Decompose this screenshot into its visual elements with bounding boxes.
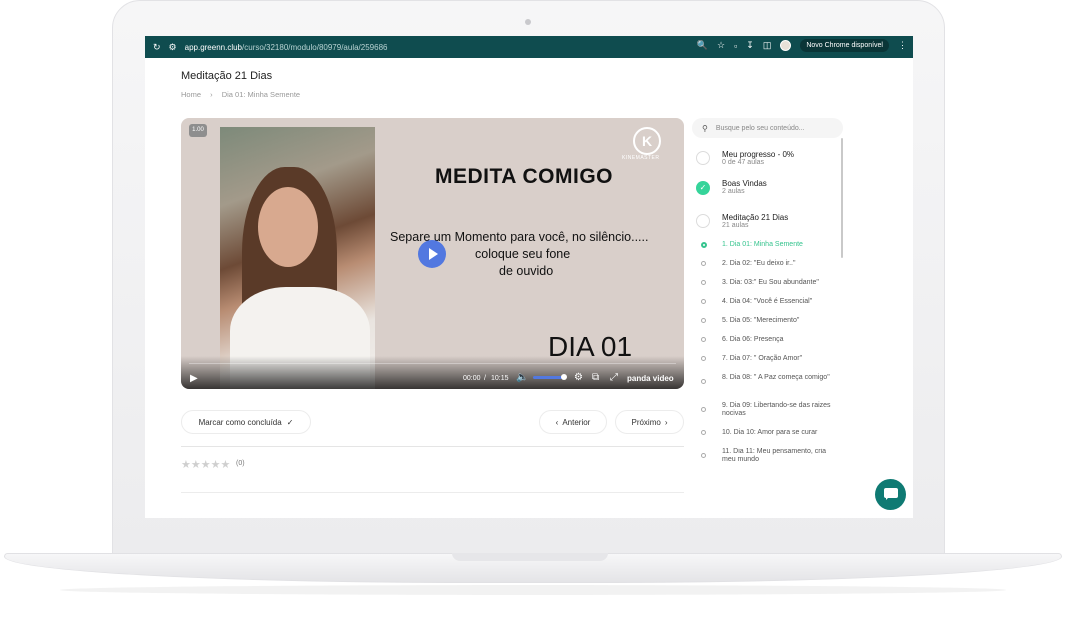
profile-avatar[interactable] [780,40,792,51]
photo-face [258,187,318,267]
settings-gear-icon[interactable]: ⚙ [574,372,583,383]
video-thumbnail-photo [220,127,375,389]
search-input[interactable]: ⚲ Busque pelo seu conteúdo... [692,118,843,138]
chevron-right-icon: › [664,417,668,427]
fullscreen-icon[interactable]: ⤢ [610,372,618,383]
menu-kebab-icon[interactable]: ⋮ [898,40,907,51]
play-button[interactable] [418,240,446,268]
lesson-dot [701,318,706,323]
sidebar-scrollbar[interactable] [841,138,843,258]
lesson-item[interactable]: 4. Dia 04: "Você é Essencial" [722,298,840,306]
lesson-dot-active [701,242,707,248]
kinemaster-caption: KINEMASTER [622,155,660,161]
video-controls: ▶ 00:00 / 10:15 🔈 ⚙ ⧉ ⤢ panda video [181,356,684,389]
lesson-item[interactable]: 2. Dia 02: "Eu deixo ir.." [722,260,840,268]
lesson-dot [701,453,706,458]
download-icon[interactable]: ↧ [746,40,754,51]
side-panel-icon[interactable]: ◫ [763,40,772,51]
popout-icon[interactable]: ⧉ [592,372,599,383]
play-icon[interactable]: ▶ [190,373,198,384]
breadcrumb: Home › Dia 01: Minha Semente [181,90,307,99]
laptop-notch [452,553,608,561]
lesson-dot [701,280,706,285]
video-heading: MEDITA COMIGO [435,165,613,188]
chrome-update-button[interactable]: Novo Chrome disponível [800,39,889,52]
divider [181,492,684,493]
lesson-dot [701,261,706,266]
search-placeholder: Busque pelo seu conteúdo... [715,124,805,132]
chevron-left-icon: ‹ [555,417,559,427]
module-title[interactable]: Meditação 21 Dias [722,213,788,222]
kinemaster-logo-icon: K [633,127,661,155]
module-subtitle: 0 de 47 aulas [722,159,765,166]
volume-knob[interactable] [561,374,567,380]
module-subtitle: 21 aulas [722,222,749,229]
page-title: Meditação 21 Dias [181,70,273,82]
playback-speed-badge[interactable]: 1.00 [189,124,207,137]
rating-count: (0) [236,460,245,467]
module-title[interactable]: Meu progresso - 0% [722,150,794,159]
chevron-right-icon: › [210,90,213,99]
browser-toolbar: ↻ ⚙ app.greenn.club/curso/32180/modulo/8… [145,36,913,58]
lesson-item[interactable]: 9. Dia 09: Libertando-se das raizes noci… [722,402,840,418]
next-button[interactable]: Próximo › [615,410,684,434]
url-path: /curso/32180/modulo/80979/aula/259686 [242,42,388,52]
site-settings-icon[interactable]: ⚙ [169,42,177,53]
extensions-icon[interactable]: ▫ [734,41,737,51]
lesson-item[interactable]: 6. Dia 06: Presença [722,336,840,344]
lesson-dot [701,407,706,412]
url-host: app.greenn.club [184,42,243,52]
browser-actions: 🔍 ☆ ▫ ↧ ◫ Novo Chrome disponível ⋮ [697,39,907,52]
screen: ↻ ⚙ app.greenn.club/curso/32180/modulo/8… [145,36,913,518]
progress-bar[interactable] [189,363,676,364]
module-subtitle: 2 aulas [722,188,745,195]
address-bar[interactable]: app.greenn.club/curso/32180/modulo/80979… [185,43,388,52]
divider [181,446,684,447]
bookmark-star-icon[interactable]: ☆ [717,40,725,51]
breadcrumb-current: Dia 01: Minha Semente [221,90,301,99]
module-complete-check-icon: ✓ [696,181,710,195]
module-title[interactable]: Boas Vindas [722,179,767,188]
lesson-dot [701,379,706,384]
check-icon: ✓ [286,417,294,427]
laptop-shadow [60,585,1006,595]
lesson-dot [701,299,706,304]
lesson-dot [701,356,706,361]
breadcrumb-home[interactable]: Home [181,90,201,99]
volume-icon[interactable]: 🔈 [516,372,528,383]
previous-label: Anterior [562,417,591,427]
lesson-item[interactable]: 11. Dia 11: Meu pensamento, cria meu mun… [722,448,840,462]
lesson-item[interactable]: 8. Dia 08: " A Paz começa comigo" [722,374,840,382]
current-time: 00:00 [463,375,481,382]
webcam [525,19,531,25]
video-text-line3: de ouvido [499,264,554,278]
panda-video-brand[interactable]: panda video [627,374,674,383]
lesson-item[interactable]: 10. Dia 10: Amor para se curar [722,429,840,437]
lesson-item[interactable]: 5. Dia 05: "Merecimento" [722,317,840,325]
lesson-dot [701,337,706,342]
lesson-item[interactable]: 3. Dia: 03:" Eu Sou abundante" [722,279,840,287]
mark-complete-button[interactable]: Marcar como concluída ✓ [181,410,311,434]
rating-stars[interactable]: ★★★★★ [181,458,230,471]
time-separator: / [484,375,486,382]
previous-button[interactable]: ‹ Anterior [539,410,607,434]
search-icon: ⚲ [702,123,708,133]
next-label: Próximo [631,417,661,427]
mark-complete-label: Marcar como concluída [198,417,282,427]
total-time: 10:15 [491,375,509,382]
zoom-icon[interactable]: 🔍 [697,40,708,51]
lesson-dot [701,430,706,435]
video-player[interactable]: 1.00 K KINEMASTER MEDITA COMIGO Separe u… [181,118,684,389]
chat-bubble-tail [886,497,889,500]
module-progress-circle [696,151,710,165]
module-progress-circle [696,214,710,228]
lesson-item-active[interactable]: 1. Dia 01: Minha Semente [722,241,840,249]
video-text-line2: coloque seu fone [475,247,571,261]
lesson-item[interactable]: 7. Dia 07: " Oração Amor" [722,355,840,363]
reload-icon[interactable]: ↻ [153,42,161,53]
